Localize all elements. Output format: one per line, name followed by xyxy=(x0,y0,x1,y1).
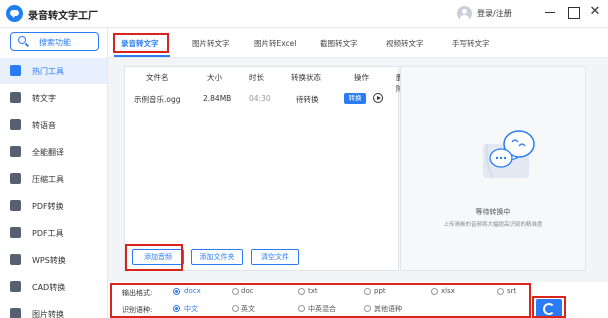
sidebar-item-to-text[interactable]: 转文字 xyxy=(0,85,107,111)
active-tab-indicator xyxy=(114,55,170,57)
sidebar-item-label: 转语音 xyxy=(32,121,56,130)
sidebar-item-compress[interactable]: 压缩工具 xyxy=(0,166,107,192)
convert-button[interactable]: 转换 xyxy=(344,93,366,104)
to-speech-icon xyxy=(10,119,21,130)
wps-icon xyxy=(10,254,21,265)
pdf-convert-icon xyxy=(10,200,21,211)
file-list-panel: 文件名 大小 时长 转换状态 操作 删除 示例音乐.ogg 2.84MB 04:… xyxy=(124,66,409,271)
tab-handwriting-to-text[interactable]: 手写转文字 xyxy=(452,38,490,49)
play-icon[interactable] xyxy=(373,93,383,103)
sidebar-item-cad-convert[interactable]: CAD转换 xyxy=(0,274,107,300)
search-icon xyxy=(18,36,26,44)
close-icon[interactable]: ✕ xyxy=(588,5,602,19)
app-logo-icon xyxy=(6,5,23,22)
col-header-size: 大小 xyxy=(207,73,222,82)
search-label: 搜索功能 xyxy=(39,38,71,47)
waiting-illustration-icon xyxy=(483,130,535,179)
sidebar-item-label: PDF工具 xyxy=(32,229,64,238)
sidebar-item-to-speech[interactable]: 转语音 xyxy=(0,112,107,138)
clear-files-button[interactable]: 清空文件 xyxy=(251,249,299,265)
tab-bar: 录音转文字 图片转文字 图片转Excel 截图转文字 视频转文字 手写转文字 xyxy=(108,28,608,58)
sidebar: 搜索功能 热门工具 转文字 转语音 全能翻译 压缩工具 PDF转换 PDF工具 … xyxy=(0,28,108,318)
file-name: 示例音乐.ogg xyxy=(134,95,181,104)
sidebar-item-image-convert[interactable]: 图片转换 xyxy=(0,301,107,318)
waiting-panel: 等待转换中 上传清晰的音频将大幅提高识别的精准度 xyxy=(400,66,586,271)
login-register-link[interactable]: 登录/注册 xyxy=(477,8,512,19)
search-function-button[interactable]: 搜索功能 xyxy=(10,32,99,51)
compress-icon xyxy=(10,173,21,184)
sidebar-item-label: 压缩工具 xyxy=(32,175,64,184)
to-text-icon xyxy=(10,92,21,103)
highlight-box-tab xyxy=(113,33,169,53)
file-duration: 04:30 xyxy=(249,94,271,103)
col-header-duration: 时长 xyxy=(249,73,264,82)
tab-image-to-text[interactable]: 图片转文字 xyxy=(192,38,230,49)
highlight-box-start xyxy=(532,296,566,318)
sidebar-item-translate[interactable]: 全能翻译 xyxy=(0,139,107,165)
tab-video-to-text[interactable]: 视频转文字 xyxy=(386,38,424,49)
minimize-icon[interactable] xyxy=(543,5,557,19)
file-status: 待转换 xyxy=(296,95,319,104)
waiting-title: 等待转换中 xyxy=(475,208,511,216)
sidebar-item-label: 全能翻译 xyxy=(32,148,64,157)
translate-icon xyxy=(10,146,21,157)
tab-image-to-excel[interactable]: 图片转Excel xyxy=(254,38,296,49)
col-header-filename: 文件名 xyxy=(146,73,169,82)
user-avatar-icon[interactable] xyxy=(457,6,472,21)
sidebar-item-label: 图片转换 xyxy=(32,310,64,318)
highlight-box-add-audio xyxy=(125,244,183,271)
cad-icon xyxy=(10,281,21,292)
sidebar-item-label: CAD转换 xyxy=(32,283,66,292)
image-convert-icon xyxy=(10,308,21,318)
sidebar-item-label: WPS转换 xyxy=(32,256,66,265)
add-folder-button[interactable]: 添加文件夹 xyxy=(191,249,243,265)
sidebar-item-pdf-convert[interactable]: PDF转换 xyxy=(0,193,107,219)
highlight-box-options xyxy=(110,283,531,318)
app-title: 录音转文字工厂 xyxy=(28,11,98,22)
sidebar-item-hot-tools[interactable]: 热门工具 xyxy=(0,58,107,84)
maximize-icon[interactable] xyxy=(566,5,580,19)
title-bar: 录音转文字工厂 登录/注册 ✕ xyxy=(0,0,608,28)
col-header-status: 转换状态 xyxy=(291,73,321,82)
waiting-subtitle: 上传清晰的音频将大幅提高识别的精准度 xyxy=(443,222,543,228)
pdf-tools-icon xyxy=(10,227,21,238)
col-header-action: 操作 xyxy=(354,73,369,82)
file-size: 2.84MB xyxy=(203,94,232,103)
sidebar-item-wps-convert[interactable]: WPS转换 xyxy=(0,247,107,273)
hot-tools-icon xyxy=(10,65,21,76)
tab-screenshot-to-text[interactable]: 截图转文字 xyxy=(320,38,358,49)
sidebar-item-label: 转文字 xyxy=(32,94,56,103)
sidebar-item-pdf-tools[interactable]: PDF工具 xyxy=(0,220,107,246)
sidebar-item-label: PDF转换 xyxy=(32,202,64,211)
sidebar-item-label: 热门工具 xyxy=(32,67,64,76)
